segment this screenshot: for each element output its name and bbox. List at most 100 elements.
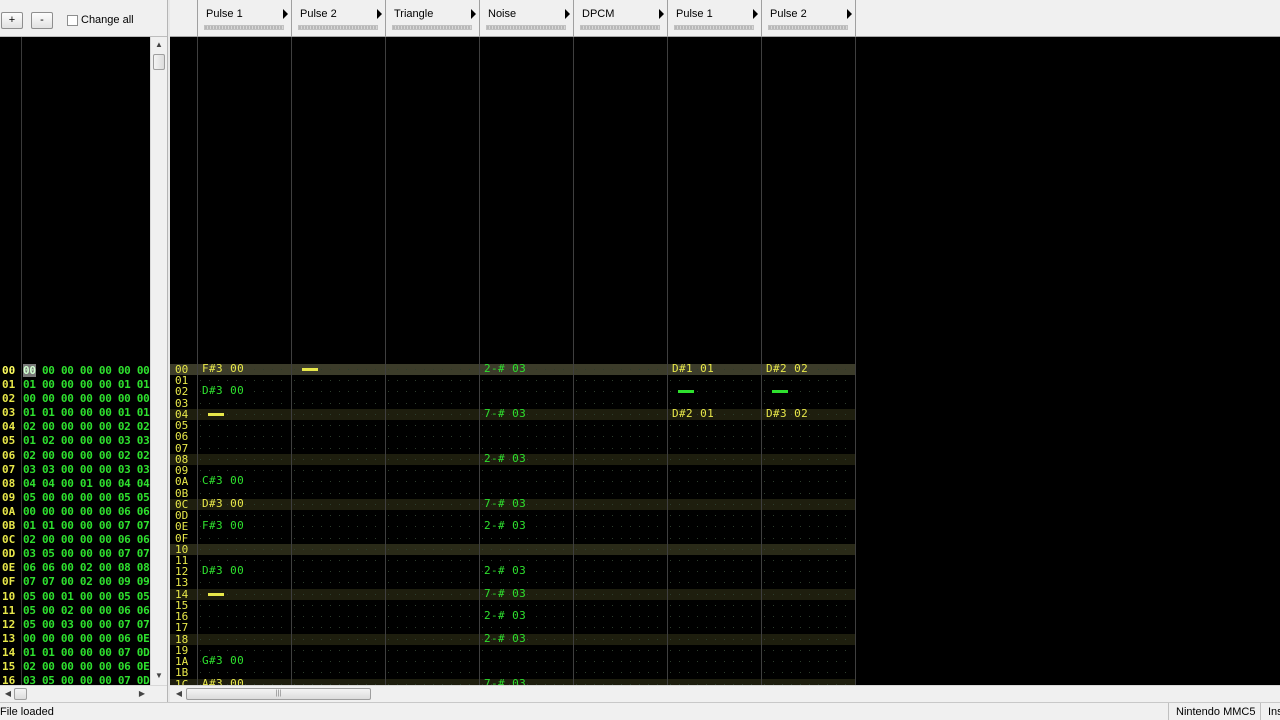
pattern-cell[interactable] [388,375,482,386]
pattern-cell[interactable] [670,667,764,678]
pattern-cell[interactable]: 7-# 03 [482,588,576,600]
pattern-cell[interactable] [670,634,764,645]
order-row[interactable]: 13 00 00 00 00 00 06 0E [0,632,150,646]
pattern-cell[interactable] [200,443,294,454]
pattern-cell[interactable] [764,521,858,532]
pattern-cell[interactable] [200,533,294,544]
expand-arrow-icon[interactable] [471,9,476,19]
order-row[interactable]: 07 03 03 00 00 00 03 03 [0,463,150,477]
pattern-cell[interactable] [388,488,482,499]
pattern-cell[interactable] [388,544,482,555]
pattern-cell[interactable] [670,443,764,454]
pattern-cell[interactable] [670,555,764,566]
pattern-cell[interactable] [576,634,670,645]
pattern-row[interactable]: 00 F#3 00 2-# 03 D#1 01 D#2 02 [170,363,858,376]
pattern-cell[interactable] [576,420,670,431]
order-row[interactable]: 08 04 04 00 01 00 04 04 [0,477,150,491]
pattern-row[interactable]: 10 [170,543,856,555]
pattern-cell[interactable]: D#2 02 [764,363,858,375]
expand-arrow-icon[interactable] [847,9,852,19]
pattern-cell[interactable] [764,386,858,397]
pattern-cell[interactable] [576,454,670,465]
pattern-cell[interactable] [294,634,388,645]
pattern-cell[interactable] [576,555,670,566]
pattern-cell[interactable]: D#3 02 [764,408,858,420]
order-vertical-scrollbar[interactable]: ▲ ▼ [150,37,167,685]
expand-arrow-icon[interactable] [659,9,664,19]
pattern-row[interactable]: 19 [170,645,856,656]
pattern-cell[interactable] [764,443,858,454]
pattern-row[interactable]: 0A C#3 00 [170,475,856,487]
pattern-cell[interactable] [670,656,764,667]
pattern-cell[interactable] [200,420,294,431]
pattern-cell[interactable] [576,544,670,555]
scroll-right-arrow-icon[interactable]: ▶ [134,686,150,702]
pattern-row[interactable]: 01 [170,375,856,386]
pattern-cell[interactable]: 2-# 03 [482,363,576,375]
pattern-cell[interactable] [388,521,482,532]
pattern-cell[interactable] [576,375,670,386]
pattern-cell[interactable] [576,656,670,667]
order-hscroll-thumb[interactable] [14,688,27,700]
channel-header-3[interactable]: Triangle [386,0,480,37]
pattern-cell[interactable] [764,510,858,521]
channel-header-5[interactable]: DPCM [574,0,668,37]
pattern-cell[interactable] [482,645,576,656]
pattern-cell[interactable] [670,622,764,633]
pattern-cell[interactable] [764,622,858,633]
pattern-cell[interactable] [576,409,670,420]
change-all-checkbox[interactable]: Change all [67,14,134,26]
pattern-cell[interactable] [388,409,482,420]
pattern-cell[interactable] [670,589,764,600]
pattern-cell[interactable] [200,634,294,645]
pattern-cell[interactable] [388,656,482,667]
pattern-cell[interactable] [764,555,858,566]
pattern-cell[interactable] [388,555,482,566]
pattern-cell[interactable] [670,420,764,431]
expand-arrow-icon[interactable] [283,9,288,19]
pattern-cell[interactable] [764,600,858,611]
pattern-cell[interactable] [294,510,388,521]
channel-header-2[interactable]: Pulse 2 [292,0,386,37]
pattern-cell[interactable]: 2-# 03 [482,610,576,622]
scroll-left-arrow-icon[interactable]: ◀ [172,686,186,702]
pattern-cell[interactable] [576,577,670,588]
pattern-cell[interactable] [576,589,670,600]
pattern-cell[interactable] [482,386,576,397]
order-row[interactable]: 12 05 00 03 00 00 07 07 [0,618,150,632]
pattern-cell[interactable] [388,364,482,375]
pattern-cell[interactable] [576,398,670,409]
pattern-cell[interactable] [388,398,482,409]
pattern-editor[interactable]: 00 F#3 00 2-# 03 D#1 01 D#2 02 01 02 D#3 00 03 04… [170,37,1280,685]
pattern-cell[interactable] [388,600,482,611]
pattern-row[interactable]: 16 2-# 03 [170,610,856,622]
order-horizontal-scrollbar[interactable]: ◀ ▶ [0,685,167,702]
pattern-cell[interactable]: D#3 00 [200,565,294,577]
pattern-cell[interactable] [294,533,388,544]
pattern-cell[interactable] [576,667,670,678]
pattern-cell[interactable] [294,600,388,611]
pattern-cell[interactable] [200,589,294,600]
pattern-cell[interactable]: G#3 00 [200,655,294,667]
scroll-down-arrow-icon[interactable]: ▼ [151,668,167,684]
pattern-cell[interactable] [670,510,764,521]
pattern-cell[interactable] [294,476,388,487]
order-row[interactable]: 02 00 00 00 00 00 00 00 [0,392,150,406]
pattern-cell[interactable]: 2-# 03 [482,633,576,645]
pattern-row[interactable]: 02 D#3 00 [170,385,858,397]
channel-header-4[interactable]: Noise [480,0,574,37]
pattern-cell[interactable] [482,420,576,431]
pattern-cell[interactable] [388,667,482,678]
pattern-cell[interactable] [294,555,388,566]
pattern-cell[interactable] [388,566,482,577]
checkbox-box[interactable] [67,14,78,26]
pattern-cell[interactable] [294,622,388,633]
pattern-cell[interactable] [388,510,482,521]
expand-arrow-icon[interactable] [753,9,758,19]
pattern-cell[interactable] [294,398,388,409]
pattern-cell[interactable] [294,589,388,600]
pattern-cell[interactable] [294,611,388,622]
pattern-cell[interactable] [670,611,764,622]
pattern-cell[interactable] [294,667,388,678]
pattern-cell[interactable] [200,454,294,465]
